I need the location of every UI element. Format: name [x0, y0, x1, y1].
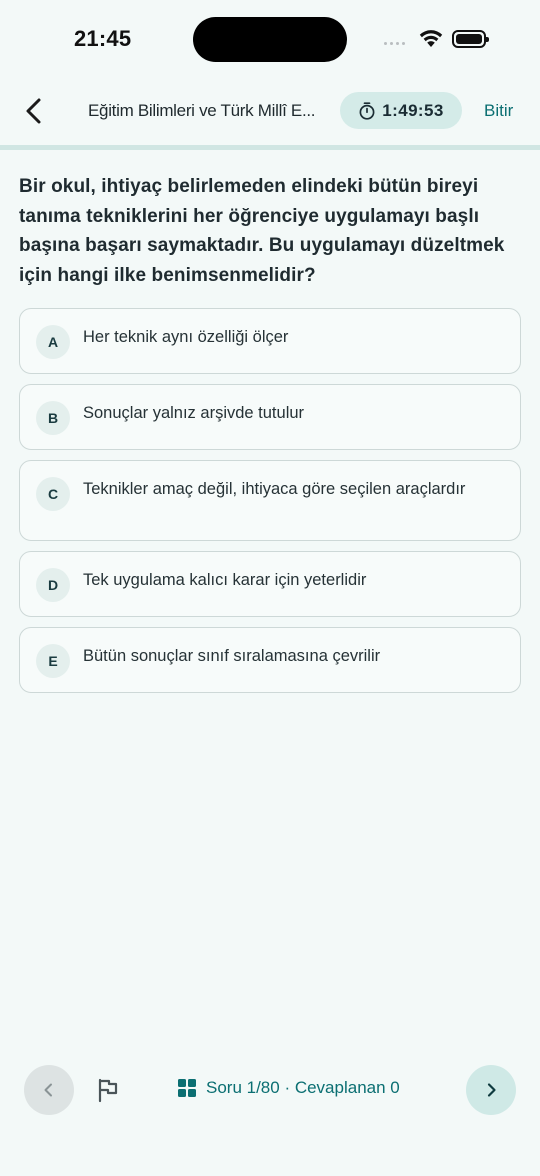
option-e[interactable]: E Bütün sonuçlar sınıf sıralamasına çevr… — [19, 627, 521, 693]
option-letter: B — [36, 401, 70, 435]
option-letter: E — [36, 644, 70, 678]
option-text: Teknikler amaç değil, ihtiyaca göre seçi… — [83, 480, 466, 498]
option-text: Tek uygulama kalıcı karar için yeterlidi… — [83, 571, 367, 589]
back-button[interactable] — [20, 96, 50, 126]
option-a[interactable]: A Her teknik aynı özelliği ölçer — [19, 308, 521, 374]
timer-value: 1:49:53 — [382, 100, 444, 120]
status-time: 21:45 — [74, 26, 132, 51]
option-c[interactable]: C Teknikler amaç değil, ihtiyaca göre se… — [19, 460, 521, 541]
header: Eğitim Bilimleri ve Türk Millî E... 1:49… — [0, 88, 540, 134]
option-text: Sonuçlar yalnız arşivde tutulur — [83, 404, 305, 422]
signal-icon — [384, 42, 405, 45]
stopwatch-icon — [359, 101, 375, 120]
exam-title: Eğitim Bilimleri ve Türk Millî E... — [88, 101, 316, 120]
bottom-navigation: Soru 1/80 · Cevaplanan 0 — [0, 1064, 540, 1116]
finish-button[interactable]: Bitir — [484, 101, 513, 121]
question-navigator[interactable]: Soru 1/80 · Cevaplanan 0 — [178, 1078, 400, 1098]
chevron-right-icon — [487, 1083, 496, 1097]
status-bar: 21:45 — [0, 0, 540, 80]
chevron-left-icon — [44, 1083, 52, 1097]
option-letter: C — [36, 477, 70, 511]
wifi-icon — [419, 30, 443, 47]
option-d[interactable]: D Tek uygulama kalıcı karar için yeterli… — [19, 551, 521, 617]
flag-icon[interactable] — [94, 1076, 122, 1104]
battery-icon — [452, 30, 489, 48]
question-counter: Soru 1/80 · Cevaplanan 0 — [206, 1078, 400, 1097]
grid-icon — [178, 1079, 196, 1097]
dynamic-island — [193, 17, 347, 62]
timer-badge: 1:49:53 — [340, 92, 462, 129]
previous-question-button[interactable] — [24, 1065, 74, 1115]
progress-bar — [0, 145, 540, 150]
next-question-button[interactable] — [466, 1065, 516, 1115]
option-b[interactable]: B Sonuçlar yalnız arşivde tutulur — [19, 384, 521, 450]
option-letter: A — [36, 325, 70, 359]
option-text: Bütün sonuçlar sınıf sıralamasına çevril… — [83, 647, 381, 665]
option-text: Her teknik aynı özelliği ölçer — [83, 328, 289, 346]
question-text: Bir okul, ihtiyaç belirlemeden elindeki … — [19, 176, 505, 286]
option-letter: D — [36, 568, 70, 602]
